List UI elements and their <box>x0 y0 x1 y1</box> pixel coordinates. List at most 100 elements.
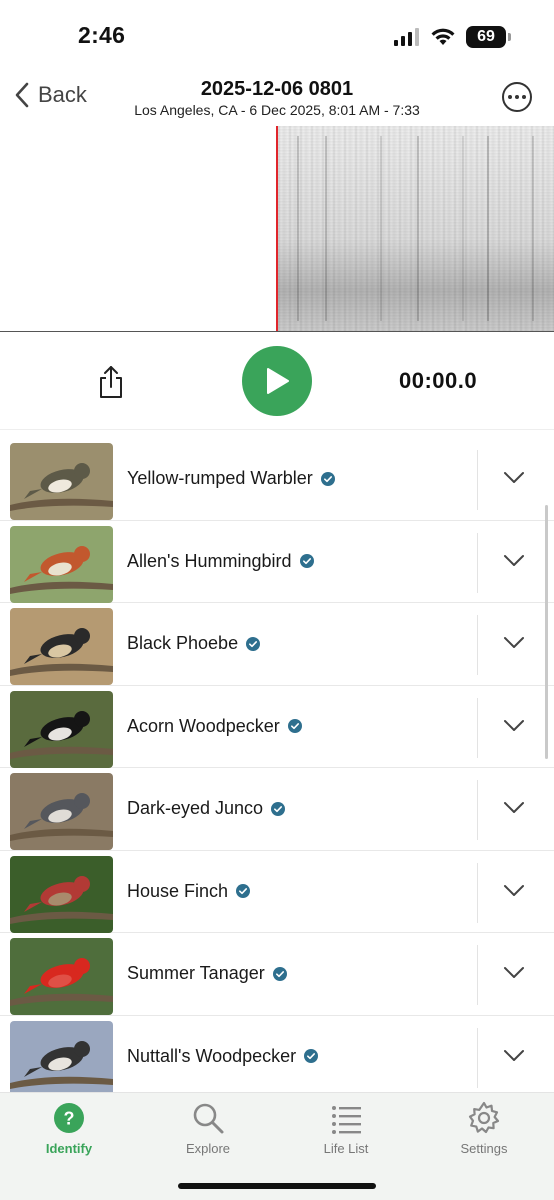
page-subtitle: Los Angeles, CA - 6 Dec 2025, 8:01 AM - … <box>134 102 420 118</box>
gear-icon <box>468 1101 500 1134</box>
question-circle-icon: ? <box>54 1103 84 1133</box>
row-divider <box>477 697 478 758</box>
expand-button[interactable] <box>500 551 528 571</box>
play-icon <box>267 368 289 394</box>
species-row[interactable]: Allen's Hummingbird <box>0 521 554 603</box>
row-divider <box>477 945 478 1005</box>
tab-life-list[interactable]: Life List <box>296 1101 396 1161</box>
species-row[interactable]: Dark-eyed Junco <box>0 768 554 851</box>
species-photo[interactable] <box>10 773 113 850</box>
chevron-down-icon <box>504 967 524 978</box>
expand-button[interactable] <box>500 881 528 901</box>
species-list[interactable]: Yellow-rumped Warbler Allen's Hummingbird… <box>0 438 554 1092</box>
svg-text:?: ? <box>64 1109 75 1129</box>
expand-button[interactable] <box>500 798 528 818</box>
nav-header: Back 2025-12-06 0801 Los Angeles, CA - 6… <box>0 70 554 126</box>
chevron-down-icon <box>504 802 524 813</box>
species-photo[interactable] <box>10 608 113 685</box>
species-name: Allen's Hummingbird <box>127 550 292 571</box>
spectrogram[interactable] <box>0 126 554 332</box>
species-name: Acorn Woodpecker <box>127 715 280 736</box>
row-divider <box>477 780 478 840</box>
tab-explore[interactable]: Explore <box>158 1101 258 1161</box>
player-controls: 00:00.0 <box>0 332 554 430</box>
row-divider <box>477 615 478 675</box>
page-title: 2025-12-06 0801 <box>200 78 354 100</box>
tab-label: Identify <box>45 1141 93 1156</box>
play-button[interactable] <box>242 346 312 416</box>
tab-settings[interactable]: Settings <box>434 1101 534 1161</box>
battery-level: 69 <box>477 28 495 45</box>
expand-button[interactable] <box>500 963 528 983</box>
species-photo[interactable] <box>10 525 113 603</box>
species-photo[interactable] <box>10 855 113 933</box>
verified-check-icon <box>304 1049 319 1063</box>
verified-check-icon <box>236 884 251 898</box>
ellipsis-icon <box>508 95 512 99</box>
species-name-link[interactable]: Dark-eyed Junco <box>127 798 286 819</box>
wifi-icon <box>431 28 455 45</box>
chevron-down-icon <box>504 884 524 896</box>
species-row[interactable]: Yellow-rumped Warbler <box>0 438 554 521</box>
expand-button[interactable] <box>500 716 528 736</box>
species-name: Nuttall's Woodpecker <box>127 1045 297 1066</box>
share-button[interactable] <box>96 364 126 400</box>
tab-label: Life List <box>323 1141 369 1156</box>
species-name: Summer Tanager <box>127 963 265 983</box>
chevron-down-icon <box>504 1049 524 1061</box>
species-photo[interactable] <box>10 443 113 520</box>
species-photo[interactable] <box>10 690 113 768</box>
verified-check-icon <box>287 719 302 733</box>
species-name: Dark-eyed Junco <box>127 798 264 818</box>
species-name: Yellow-rumped Warbler <box>127 468 313 488</box>
species-name: House Finch <box>127 880 229 901</box>
expand-button[interactable] <box>500 633 528 653</box>
species-name: Black Phoebe <box>127 633 239 653</box>
species-name-link[interactable]: Allen's Hummingbird <box>127 551 314 572</box>
row-divider <box>477 532 478 593</box>
chevron-down-icon <box>504 472 524 483</box>
expand-button[interactable] <box>500 1046 528 1066</box>
species-row[interactable]: Summer Tanager <box>0 933 554 1016</box>
species-row[interactable]: House Finch <box>0 851 554 933</box>
playback-timer: 00:00.0 <box>399 368 478 393</box>
chevron-down-icon <box>504 637 524 648</box>
species-name-link[interactable]: Nuttall's Woodpecker <box>127 1045 319 1067</box>
tab-identify[interactable]: ? Identify <box>19 1101 119 1161</box>
species-photo[interactable] <box>10 938 113 1015</box>
row-divider <box>477 1027 478 1088</box>
row-divider <box>477 862 478 923</box>
species-name-link[interactable]: Black Phoebe <box>127 633 261 654</box>
status-icons: 69 <box>394 26 511 48</box>
spectrogram-signal <box>277 126 554 331</box>
verified-check-icon <box>272 966 287 981</box>
home-indicator <box>178 1183 376 1189</box>
list-icon <box>332 1106 361 1134</box>
verified-check-icon <box>320 471 335 486</box>
tab-label: Settings <box>460 1141 508 1156</box>
species-name-link[interactable]: Yellow-rumped Warbler <box>127 468 335 489</box>
playhead[interactable] <box>276 126 278 331</box>
species-name-link[interactable]: Summer Tanager <box>127 963 287 984</box>
species-photo[interactable] <box>10 1020 113 1092</box>
expand-button[interactable] <box>500 468 528 488</box>
chevron-down-icon <box>504 719 524 731</box>
chevron-down-icon <box>504 554 524 566</box>
cellular-signal-icon <box>394 28 419 46</box>
verified-check-icon <box>246 636 261 651</box>
species-name-link[interactable]: House Finch <box>127 880 251 902</box>
search-icon <box>193 1103 224 1134</box>
species-row[interactable]: Black Phoebe <box>0 603 554 686</box>
scrollbar[interactable] <box>545 505 548 759</box>
species-name-link[interactable]: Acorn Woodpecker <box>127 716 302 737</box>
row-divider <box>477 450 478 510</box>
verified-check-icon <box>299 554 314 568</box>
share-icon <box>100 366 122 398</box>
species-row[interactable]: Nuttall's Woodpecker <box>0 1016 554 1092</box>
species-row[interactable]: Acorn Woodpecker <box>0 686 554 768</box>
tab-label: Explore <box>185 1141 231 1156</box>
more-options-button[interactable] <box>502 82 532 112</box>
verified-check-icon <box>271 801 286 816</box>
status-bar: 2:46 69 <box>0 0 554 70</box>
status-time: 2:46 <box>78 22 126 48</box>
